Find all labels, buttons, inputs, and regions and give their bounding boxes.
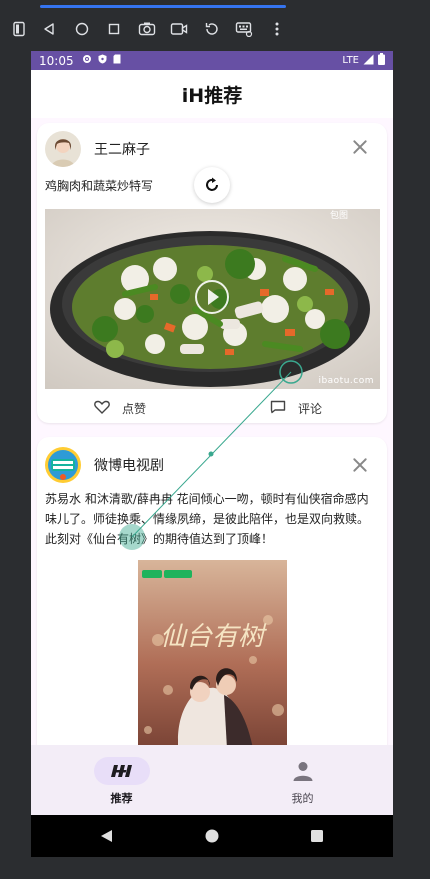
- page-title: iH推荐: [181, 84, 243, 107]
- gesture-overlay: [119, 360, 303, 550]
- ih-logo-icon: [93, 757, 150, 785]
- more-vert-icon[interactable]: [266, 18, 288, 40]
- settings-gear-icon: [82, 54, 92, 67]
- overview-square-icon[interactable]: [103, 18, 125, 40]
- back-triangle-icon[interactable]: [38, 18, 60, 40]
- system-home-icon[interactable]: [205, 829, 219, 843]
- nav-label: 我的: [291, 792, 314, 805]
- network-type: LTE: [342, 55, 359, 66]
- screenshot-camera-icon[interactable]: [136, 18, 158, 40]
- battery-icon: [378, 53, 385, 68]
- emulator-toolbar: [0, 0, 430, 56]
- toolbar-progress-line: [40, 5, 286, 8]
- snapshot-restore-icon[interactable]: [201, 18, 223, 40]
- sd-card-icon: [113, 54, 121, 67]
- nav-label: 推荐: [110, 792, 133, 805]
- system-navigation-bar: [31, 815, 393, 857]
- signal-icon: [363, 54, 374, 68]
- phone-screen: 10:05 LTE iH推荐 王二麻子 鸡胸肉和蔬菜炒特写 包图 ibaotu.…: [31, 51, 393, 857]
- system-back-icon[interactable]: [100, 829, 114, 843]
- keyboard-settings-icon[interactable]: [233, 18, 255, 40]
- device-frame-icon[interactable]: [8, 18, 30, 40]
- system-recents-icon[interactable]: [311, 830, 323, 842]
- nav-tab-mine[interactable]: 我的: [212, 745, 393, 815]
- status-right-group: LTE: [342, 53, 385, 68]
- home-circle-icon[interactable]: [71, 18, 93, 40]
- shield-icon: [98, 54, 107, 67]
- person-icon: [275, 757, 331, 785]
- recommend-feed[interactable]: 王二麻子 鸡胸肉和蔬菜炒特写 包图 ibaotu.com 点赞 评论 微博电视剧…: [31, 118, 393, 745]
- screen-record-icon[interactable]: [168, 18, 190, 40]
- status-bar: 10:05 LTE: [31, 51, 393, 70]
- status-time: 10:05: [39, 53, 74, 68]
- nav-tab-recommend[interactable]: 推荐: [31, 745, 212, 815]
- bottom-navigation: 推荐 我的: [31, 745, 393, 815]
